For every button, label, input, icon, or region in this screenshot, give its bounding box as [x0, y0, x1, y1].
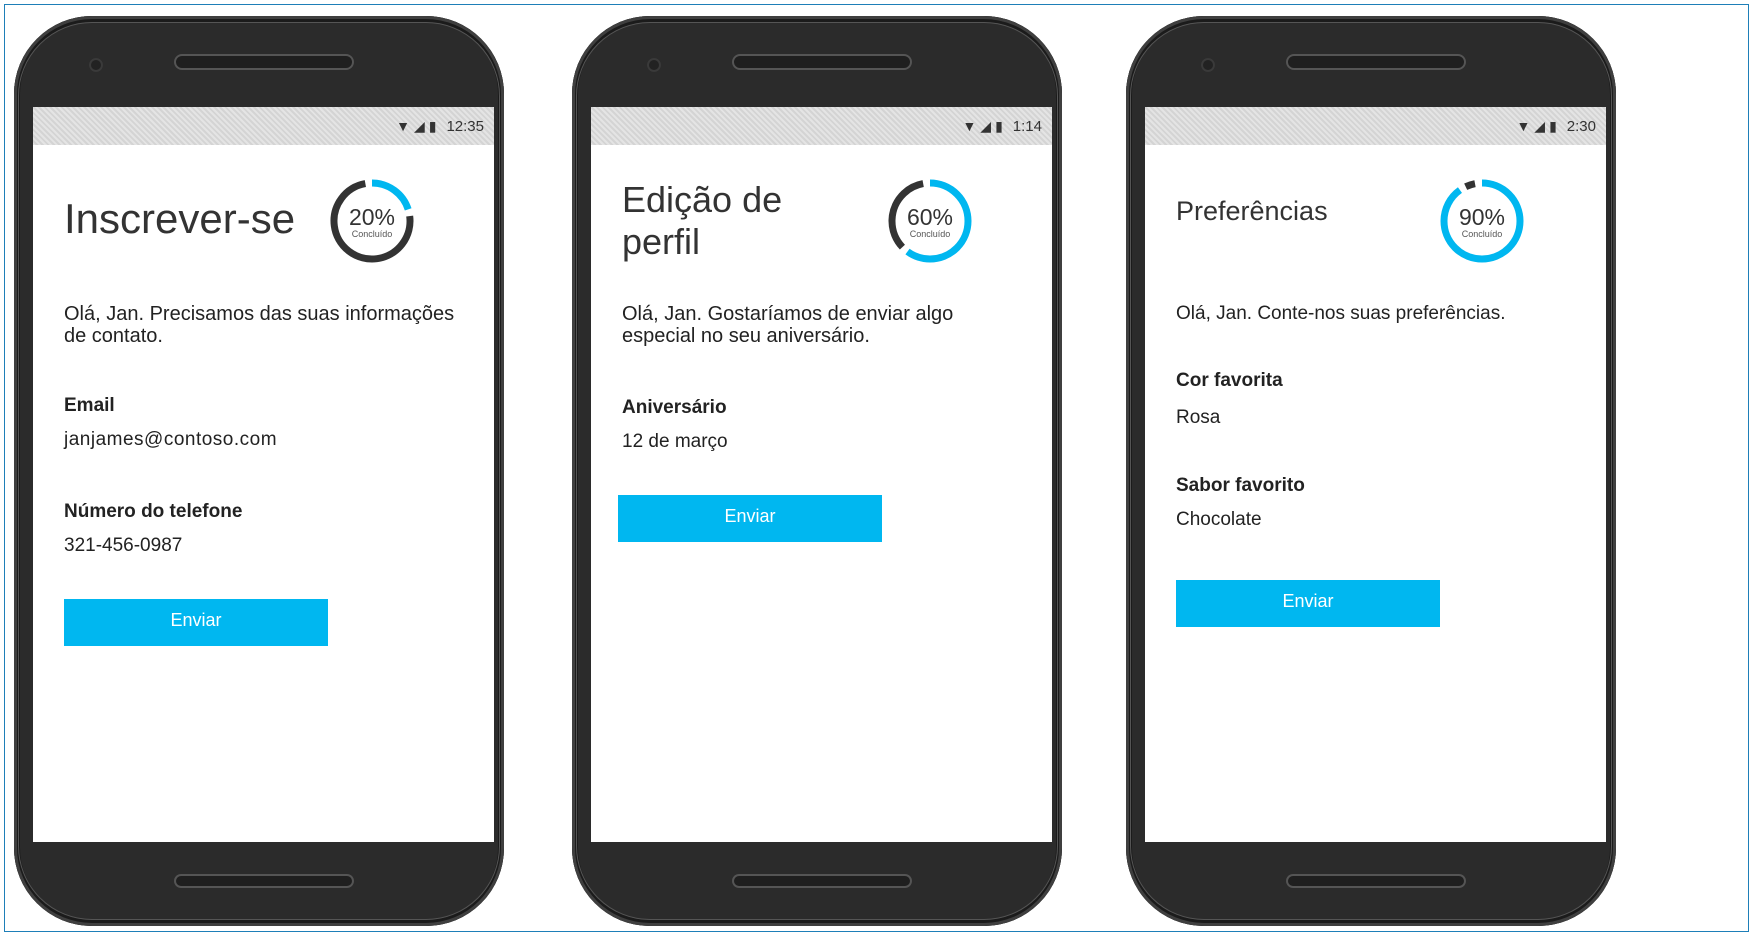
wifi-icon: ▼ — [396, 118, 410, 134]
home-bar — [1286, 874, 1466, 888]
progress-ring: 90% Concluído — [1438, 177, 1526, 265]
progress-ring: 20% Concluído — [328, 177, 416, 265]
submit-button[interactable]: Enviar — [1176, 580, 1440, 627]
form-content: Edição de perfil 60% Concluído Olá, Jan.… — [618, 145, 1024, 842]
email-value[interactable]: janjames@contoso.com — [64, 429, 277, 451]
signal-icon: ◢ — [413, 117, 425, 134]
phone-screen: ▼ ◢ ▮ 12:35 Inscrever-se 20% Concluído O… — [33, 107, 494, 842]
progress-percent: 60% — [906, 204, 954, 230]
camera — [89, 58, 103, 72]
submit-button[interactable]: Enviar — [618, 495, 882, 542]
progress-ring: 60% Concluído — [886, 177, 974, 265]
submit-button[interactable]: Enviar — [64, 599, 328, 646]
camera — [647, 58, 661, 72]
intro-text: Olá, Jan. Gostaríamos de enviar algo esp… — [622, 303, 954, 347]
progress-caption: Concluído — [909, 229, 951, 239]
phone-number-value[interactable]: 321-456-0987 — [64, 535, 182, 557]
form-content: Inscrever-se 20% Concluído Olá, Jan. Pre… — [64, 145, 466, 842]
battery-icon: ▮ — [995, 117, 1003, 134]
page-title: Inscrever-se — [64, 195, 296, 242]
email-label: Email — [64, 395, 115, 416]
phone-profile-edit: ▼ ◢ ▮ 1:14 Edição de perfil 60% Concluíd… — [572, 16, 1062, 926]
birthday-label: Aniversário — [622, 397, 727, 418]
battery-icon: ▮ — [1549, 117, 1557, 134]
progress-percent: 20% — [348, 204, 396, 230]
birthday-value[interactable]: 12 de março — [622, 431, 728, 453]
favorite-flavor-label: Sabor favorito — [1176, 475, 1305, 496]
home-bar — [174, 874, 354, 888]
progress-caption: Concluído — [1461, 229, 1503, 239]
phone-preferences: ▼ ◢ ▮ 2:30 Preferências 90% Concluído Ol… — [1126, 16, 1616, 926]
favorite-flavor-value[interactable]: Chocolate — [1176, 509, 1262, 531]
phone-screen: ▼ ◢ ▮ 2:30 Preferências 90% Concluído Ol… — [1145, 107, 1606, 842]
intro-text: Olá, Jan. Precisamos das suas informaçõe… — [64, 303, 455, 347]
status-bar: ▼ ◢ ▮ 12:35 — [33, 107, 494, 145]
phone-screen: ▼ ◢ ▮ 1:14 Edição de perfil 60% Concluíd… — [591, 107, 1052, 842]
favorite-color-value[interactable]: Rosa — [1176, 407, 1220, 429]
progress-caption: Concluído — [351, 229, 393, 239]
wifi-icon: ▼ — [962, 118, 977, 134]
intro-text: Olá, Jan. Conte-nos suas preferências. — [1176, 303, 1506, 324]
status-bar: ▼ ◢ ▮ 1:14 — [591, 107, 1052, 145]
progress-percent: 90% — [1458, 204, 1506, 230]
status-time: 12:35 — [446, 117, 484, 135]
camera — [1201, 58, 1215, 72]
wifi-icon: ▼ — [1516, 118, 1531, 134]
form-content: Preferências 90% Concluído Olá, Jan. Con… — [1176, 145, 1578, 842]
phone-number-label: Número do telefone — [64, 501, 243, 522]
status-bar: ▼ ◢ ▮ 2:30 — [1145, 107, 1606, 145]
speaker-grille — [732, 54, 912, 70]
page-title: Preferências — [1176, 196, 1328, 226]
signal-icon: ◢ — [1534, 117, 1546, 134]
phone-signup: ▼ ◢ ▮ 12:35 Inscrever-se 20% Concluído O… — [14, 16, 504, 926]
status-time: 2:30 — [1566, 117, 1596, 135]
home-bar — [732, 874, 912, 888]
speaker-grille — [1286, 54, 1466, 70]
signal-icon: ◢ — [980, 117, 992, 134]
status-time: 1:14 — [1012, 117, 1042, 135]
page-title: Edição de perfil — [622, 179, 783, 262]
favorite-color-label: Cor favorita — [1176, 370, 1283, 391]
battery-icon: ▮ — [428, 117, 437, 134]
speaker-grille — [174, 54, 354, 70]
